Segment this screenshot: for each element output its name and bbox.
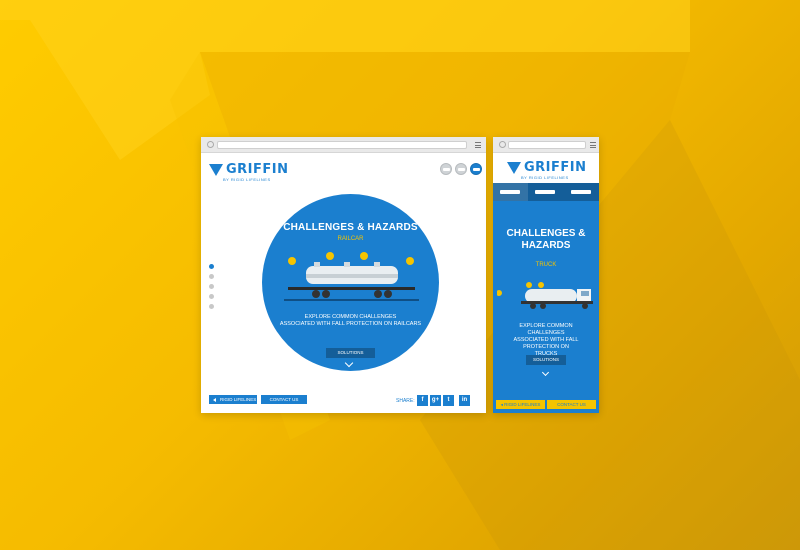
railcar-icon[interactable]: [564, 183, 599, 201]
railcar-illustration: [284, 252, 419, 301]
pagination-dot[interactable]: [209, 274, 214, 279]
hero-subtitle: TRUCK: [535, 262, 557, 268]
aircraft-icon[interactable]: [455, 163, 467, 175]
refresh-icon[interactable]: [207, 141, 214, 148]
chevron-down-icon[interactable]: [344, 358, 354, 368]
griffin-logo-icon: [507, 161, 521, 174]
mobile-browser-window: GRIFFIN BY RIGID LIFELINES CHALLENGES & …: [493, 137, 599, 413]
pagination-dot[interactable]: [209, 284, 214, 289]
rigid-lifelines-button[interactable]: ◂ RIGID LIFELINES: [496, 400, 545, 409]
logo-text: GRIFFIN: [226, 162, 289, 177]
hero-circle: CHALLENGES & HAZARDS RAILCAR EXPLORE COM…: [262, 194, 439, 371]
logo-tagline: BY RIGID LIFELINES: [223, 177, 271, 182]
hero-title: CHALLENGES & HAZARDS: [283, 222, 418, 233]
truck-icon[interactable]: [493, 183, 529, 201]
address-bar[interactable]: [508, 141, 586, 149]
mode-tabs: [493, 183, 599, 201]
griffin-logo[interactable]: GRIFFIN: [507, 161, 587, 174]
twitter-icon[interactable]: t: [443, 395, 454, 406]
address-bar[interactable]: [217, 141, 467, 149]
desktop-browser-window: GRIFFIN BY RIGID LIFELINES CHALLENGES & …: [201, 137, 486, 413]
mode-selector: [440, 163, 482, 175]
linkedin-icon[interactable]: in: [459, 395, 470, 406]
logo-tagline: BY RIGID LIFELINES: [521, 175, 569, 180]
hero-title: CHALLENGES & HAZARDS: [506, 228, 586, 251]
griffin-logo-icon: [209, 163, 223, 176]
griffin-logo[interactable]: GRIFFIN: [209, 163, 289, 176]
solutions-button[interactable]: SOLUTIONS: [326, 348, 375, 358]
google-plus-icon[interactable]: g+: [430, 395, 441, 406]
pagination-dot[interactable]: [209, 304, 214, 309]
browser-toolbar: [201, 137, 486, 153]
hero-description: EXPLORE COMMON CHALLENGES ASSOCIATED WIT…: [513, 323, 579, 357]
browser-toolbar: [493, 137, 599, 153]
aircraft-icon[interactable]: [528, 183, 563, 201]
hero-subtitle: RAILCAR: [337, 236, 364, 242]
rigid-lifelines-button[interactable]: RIGID LIFELINES: [209, 395, 257, 404]
menu-icon[interactable]: [590, 142, 596, 148]
hero-description: EXPLORE COMMON CHALLENGES ASSOCIATED WIT…: [279, 314, 422, 327]
solutions-button[interactable]: SOLUTIONS: [526, 355, 566, 365]
facebook-icon[interactable]: f: [417, 395, 428, 406]
chevron-down-icon[interactable]: [541, 368, 550, 377]
slide-pagination: [209, 264, 214, 309]
truck-illustration: [497, 282, 593, 309]
share-label: SHARE:: [396, 398, 415, 404]
railcar-icon[interactable]: [440, 163, 452, 175]
mobile-hero-panel: CHALLENGES & HAZARDS TRUCK EXPLORE COMMO…: [493, 183, 599, 413]
contact-us-button[interactable]: CONTACT US: [261, 395, 307, 404]
contact-us-button[interactable]: CONTACT US: [547, 400, 596, 409]
arrow-left-icon: [213, 397, 216, 402]
logo-text: GRIFFIN: [524, 160, 587, 175]
pagination-dot[interactable]: [209, 294, 214, 299]
truck-icon[interactable]: [470, 163, 482, 175]
pagination-dot[interactable]: [209, 264, 214, 269]
menu-icon[interactable]: [475, 142, 481, 148]
refresh-icon[interactable]: [499, 141, 506, 148]
